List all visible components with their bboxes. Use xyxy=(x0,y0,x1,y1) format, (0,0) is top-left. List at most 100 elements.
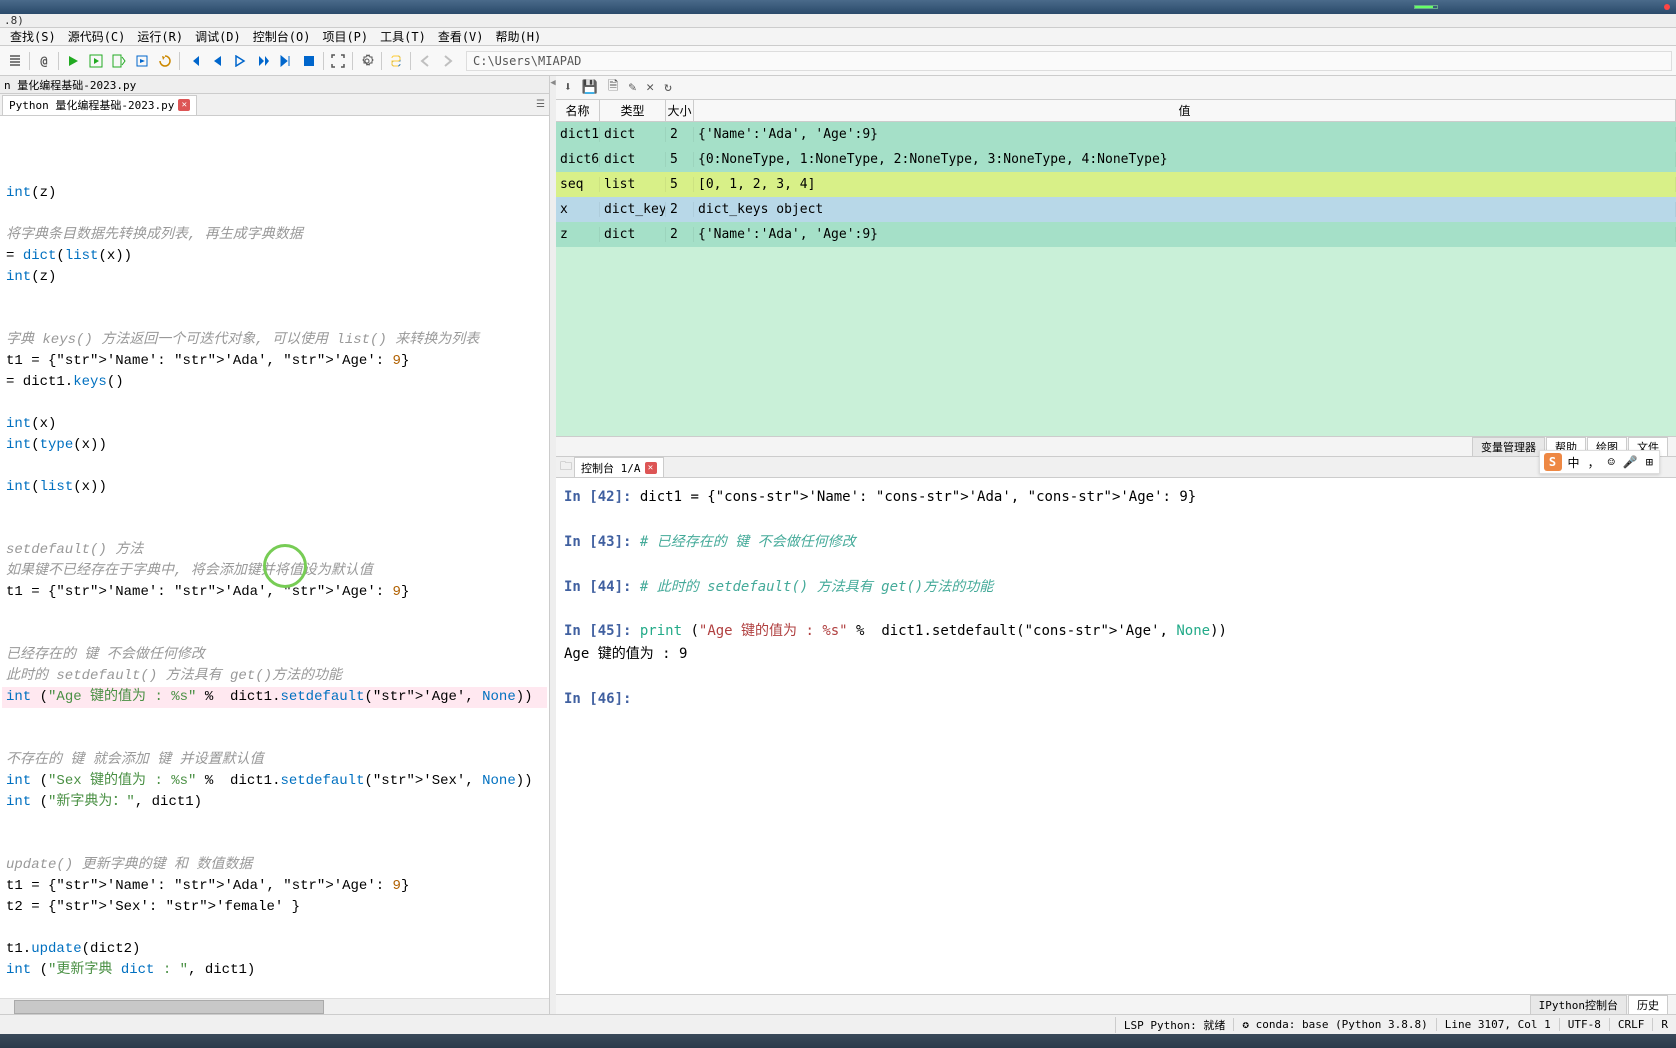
nav-back-icon[interactable] xyxy=(414,50,436,72)
menu-item[interactable]: 调试(D) xyxy=(189,28,247,45)
debug-last-icon[interactable] xyxy=(275,50,297,72)
debug-prev-icon[interactable] xyxy=(206,50,228,72)
stop-icon[interactable] xyxy=(298,50,320,72)
menu-item[interactable]: 运行(R) xyxy=(131,28,189,45)
run-cell-icon[interactable] xyxy=(85,50,107,72)
working-directory[interactable]: C:\Users\MIAPAD xyxy=(466,51,1672,71)
var-size: 2 xyxy=(666,202,694,217)
console-tab[interactable]: 控制台 1/A ✕ xyxy=(574,457,664,477)
status-position: Line 3107, Col 1 xyxy=(1436,1018,1559,1031)
indent-icon[interactable] xyxy=(4,50,26,72)
delete-icon[interactable]: ✕ xyxy=(646,80,654,95)
var-size: 2 xyxy=(666,127,694,142)
code-line: setdefault() 方法 xyxy=(2,540,547,561)
variable-row[interactable]: zdict2{'Name':'Ada', 'Age':9} xyxy=(556,222,1676,247)
panel-menu-icon[interactable]: ☰ xyxy=(536,99,545,110)
chevron-left-icon[interactable]: ◀ xyxy=(550,78,555,88)
close-console-icon[interactable]: ✕ xyxy=(645,462,657,474)
ime-punct-toggle[interactable]: ， xyxy=(1586,454,1602,471)
code-editor[interactable]: int(z) 将字典条目数据先转换成列表, 再生成字典数据= dict(list… xyxy=(0,116,549,998)
scroll-thumb[interactable] xyxy=(14,1000,324,1014)
code-line: int ("更新字典 dict : ", dict1) xyxy=(2,960,547,981)
ime-voice-icon[interactable]: 🎤 xyxy=(1621,455,1640,469)
variable-row[interactable]: xdict_keys2dict_keys object xyxy=(556,197,1676,222)
code-line: int ("Sex 键的值为 : %s" % dict1.setdefault(… xyxy=(2,771,547,792)
editor-tab-label: Python 量化编程基础-2023.py xyxy=(9,97,174,113)
menu-item[interactable]: 工具(T) xyxy=(374,28,432,45)
close-tab-icon[interactable]: ✕ xyxy=(178,99,190,111)
variable-explorer[interactable]: 名称 类型 大小 值 dict1dict2{'Name':'Ada', 'Age… xyxy=(556,100,1676,436)
code-line xyxy=(2,288,547,309)
var-size: 2 xyxy=(666,227,694,242)
status-tab[interactable]: IPython控制台 xyxy=(1530,995,1627,1015)
var-name: x xyxy=(556,202,600,217)
col-header-type[interactable]: 类型 xyxy=(600,100,666,121)
var-value: {'Name':'Ada', 'Age':9} xyxy=(694,227,1676,242)
menu-item[interactable]: 控制台(O) xyxy=(247,28,317,45)
ime-grid-icon[interactable]: ⊞ xyxy=(1644,455,1655,469)
menu-item[interactable]: 项目(P) xyxy=(316,28,374,45)
col-header-value[interactable]: 值 xyxy=(694,100,1676,121)
ime-logo-icon[interactable]: S xyxy=(1544,453,1562,471)
rerun-icon[interactable] xyxy=(154,50,176,72)
settings-icon[interactable] xyxy=(356,50,378,72)
file-path-bar: n 量化编程基础-2023.py xyxy=(0,76,549,94)
variable-row[interactable]: seqlist5[0, 1, 2, 3, 4] xyxy=(556,172,1676,197)
run-selection-icon[interactable] xyxy=(131,50,153,72)
ime-lang-toggle[interactable]: 中 xyxy=(1566,454,1582,471)
debug-play-icon[interactable] xyxy=(229,50,251,72)
pane-tab[interactable]: 变量管理器 xyxy=(1472,437,1545,457)
console-prompt[interactable]: In [46]: xyxy=(564,688,1668,710)
code-line: int ("新字典为：", dict1) xyxy=(2,792,547,813)
variable-pane-tabs: 变量管理器帮助绘图文件 xyxy=(556,436,1676,456)
editor-panel: n 量化编程基础-2023.py Python 量化编程基础-2023.py ✕… xyxy=(0,76,550,1014)
variable-row[interactable]: dict6dict5{0:NoneType, 1:NoneType, 2:Non… xyxy=(556,147,1676,172)
import-icon[interactable]: ⬇ xyxy=(564,80,572,95)
menu-item[interactable]: 查找(S) xyxy=(4,28,62,45)
run-icon[interactable] xyxy=(62,50,84,72)
clear-icon[interactable]: ✎ xyxy=(628,80,636,95)
col-header-size[interactable]: 大小 xyxy=(666,100,694,121)
version-label: .8) xyxy=(0,14,1676,28)
folder-icon[interactable]: 🗀 xyxy=(560,457,572,478)
code-line: t2 = {"str">'Sex': "str">'female' } xyxy=(2,897,547,918)
save-icon[interactable]: 💾 xyxy=(582,80,598,95)
main-toolbar: @ C:\Users\MIAPAD xyxy=(0,46,1676,76)
ime-toolbar[interactable]: S 中 ， ☺ 🎤 ⊞ xyxy=(1539,450,1660,474)
code-line xyxy=(2,204,547,225)
ipython-console[interactable]: In [42]: dict1 = {"cons-str">'Name': "co… xyxy=(556,478,1676,994)
code-line: t1 = {"str">'Name': "str">'Ada', "str">'… xyxy=(2,876,547,897)
goto-icon[interactable]: @ xyxy=(33,50,55,72)
console-line: In [43]: # 已经存在的 键 不会做任何修改 xyxy=(564,531,1668,553)
debug-first-icon[interactable] xyxy=(183,50,205,72)
var-type: dict xyxy=(600,127,666,142)
refresh-icon[interactable]: ↻ xyxy=(664,80,672,95)
code-line: int(z) xyxy=(2,183,547,204)
console-line: In [45]: print ("Age 键的值为 : %s" % dict1.… xyxy=(564,620,1668,642)
ime-emoji-icon[interactable]: ☺ xyxy=(1606,455,1617,469)
code-line xyxy=(2,603,547,624)
status-tab[interactable]: 历史 xyxy=(1628,995,1668,1015)
status-lsp: LSP Python: 就绪 xyxy=(1115,1017,1233,1033)
python-path-icon[interactable] xyxy=(385,50,407,72)
console-tab-label: 控制台 1/A xyxy=(581,460,641,476)
menu-item[interactable]: 源代码(C) xyxy=(62,28,132,45)
horizontal-scrollbar[interactable] xyxy=(0,998,549,1014)
status-mode: R xyxy=(1652,1018,1676,1031)
editor-tab[interactable]: Python 量化编程基础-2023.py ✕ xyxy=(2,95,197,115)
nav-forward-icon[interactable] xyxy=(437,50,459,72)
menu-item[interactable]: 查看(V) xyxy=(432,28,490,45)
code-line: t1 = {"str">'Name': "str">'Ada', "str">'… xyxy=(2,351,547,372)
run-cell-advance-icon[interactable] xyxy=(108,50,130,72)
variable-row[interactable]: dict1dict2{'Name':'Ada', 'Age':9} xyxy=(556,122,1676,147)
save-as-icon[interactable]: 🗎 xyxy=(608,77,618,99)
fullscreen-icon[interactable] xyxy=(327,50,349,72)
var-type: dict_keys xyxy=(600,202,666,217)
code-line: 将字典条目数据先转换成列表, 再生成字典数据 xyxy=(2,225,547,246)
code-line: update() 更新字典的键 和 数值数据 xyxy=(2,855,547,876)
col-header-name[interactable]: 名称 xyxy=(556,100,600,121)
var-size: 5 xyxy=(666,177,694,192)
debug-step-icon[interactable] xyxy=(252,50,274,72)
menu-item[interactable]: 帮助(H) xyxy=(490,28,548,45)
code-line xyxy=(2,834,547,855)
